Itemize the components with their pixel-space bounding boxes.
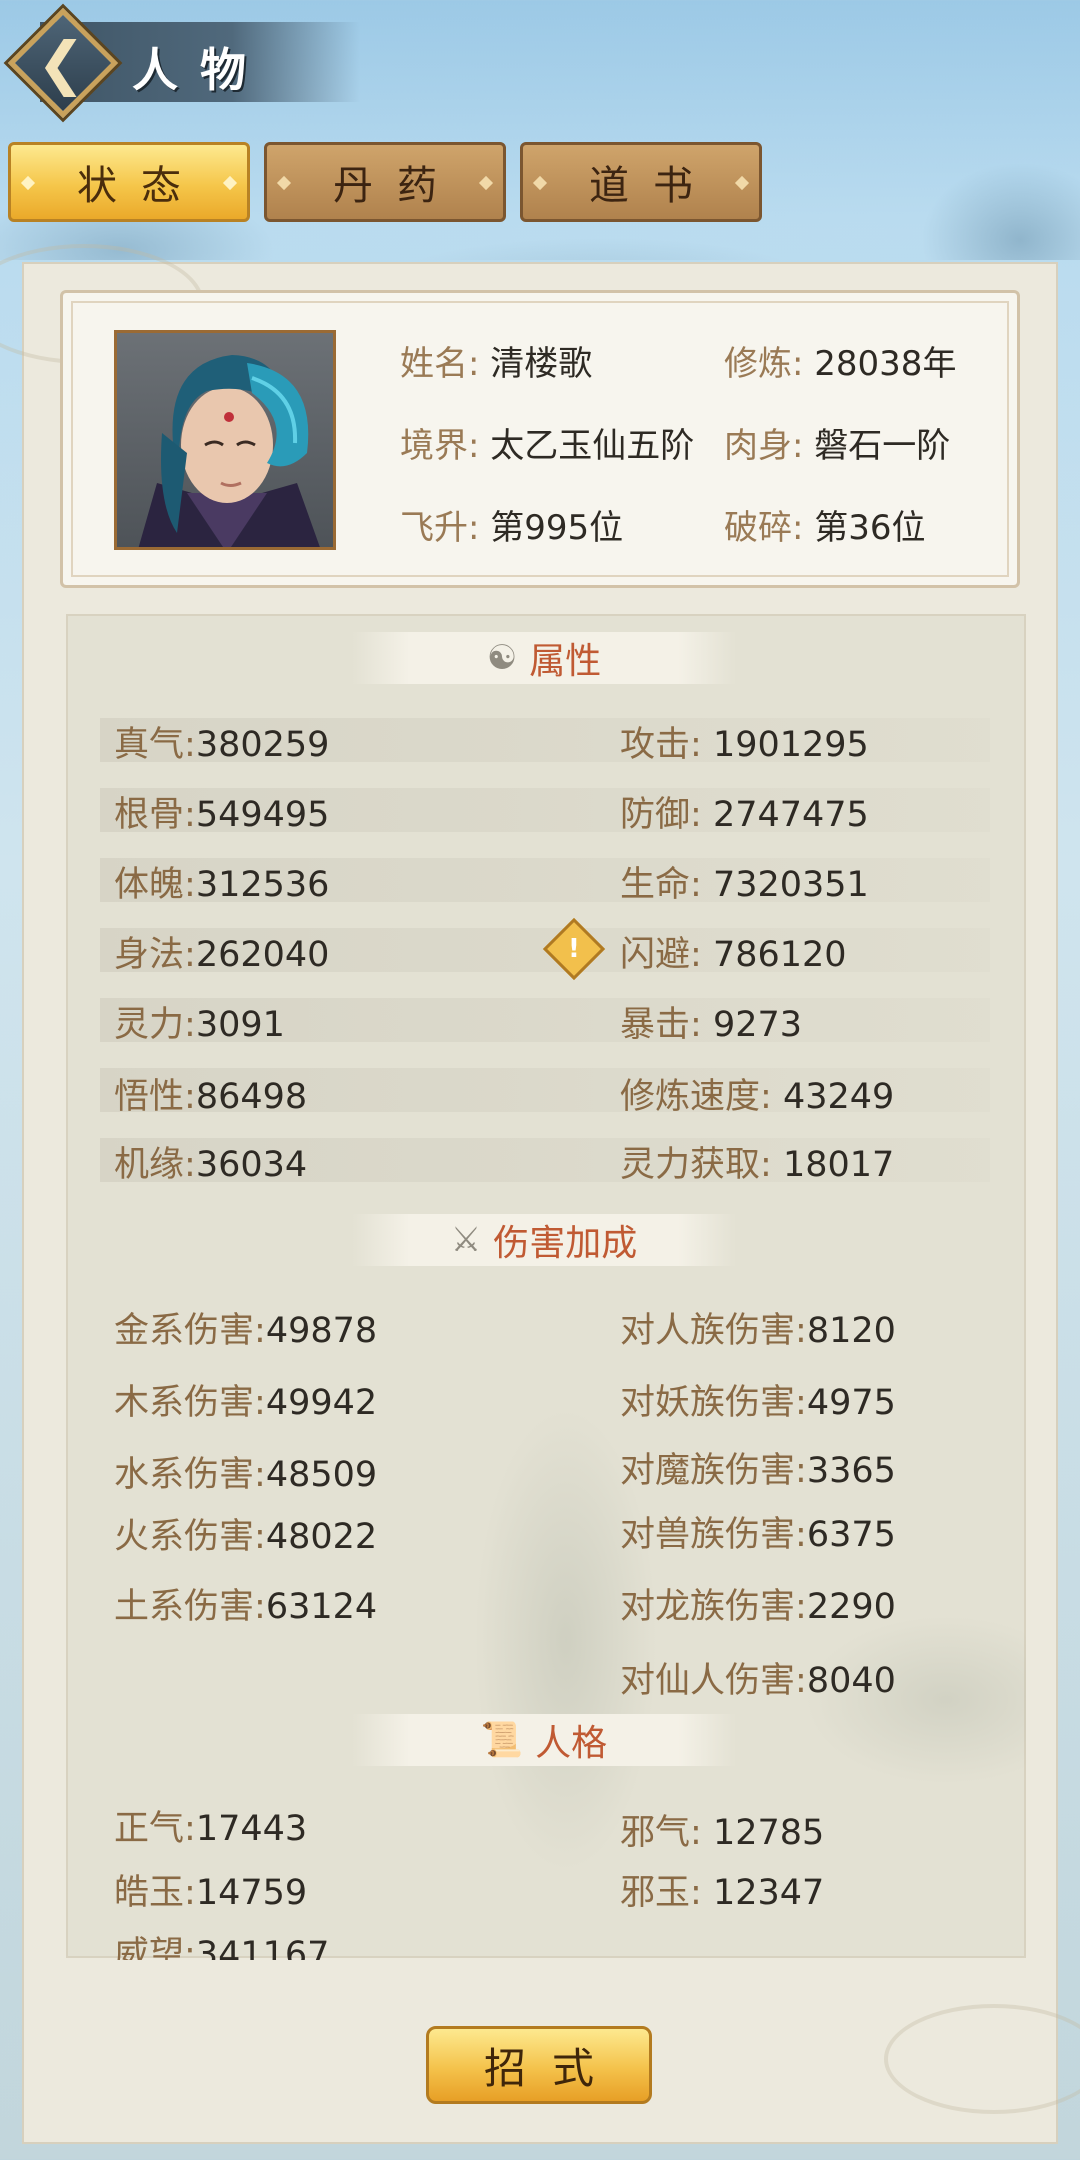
label: 肉身 [724,426,792,466]
yin-yang-icon: ☯ [486,638,518,678]
tab-books[interactable]: 道书 [520,142,762,222]
stat-prestige: 威望:341167 [114,1935,330,1960]
tab-status[interactable]: 状态 [8,142,250,222]
stat-crit: 暴击: 9273 [620,1005,803,1045]
tab-label: 道书 [589,163,717,209]
page-title: 人物 [132,43,268,97]
profile-name: 姓名: 清楼歌 [400,344,593,384]
stat-zhenqi: 真气:380259 [114,725,330,765]
avatar[interactable] [114,330,336,550]
stat-wuxing: 悟性:86498 [114,1077,308,1117]
profile-cultivation: 修炼: 28038年 [724,344,957,384]
stat-righteous: 正气:17443 [114,1809,308,1849]
label: 破碎 [724,508,792,548]
stat-lingli: 灵力:3091 [114,1005,285,1045]
profile-realm: 境界: 太乙玉仙五阶 [400,426,695,466]
stat-lingli-gain: 灵力获取: 18017 [620,1145,895,1185]
chevron-left-icon: ❮ [36,29,86,97]
crossed-swords-icon: ⚔ [450,1220,482,1260]
skills-button[interactable]: 招式 [426,2026,652,2104]
back-button[interactable]: ❮ [7,7,119,119]
stat-devil-damage: 对魔族伤害:3365 [620,1451,896,1491]
profile-ascend: 飞升: 第995位 [400,508,624,548]
stat-human-damage: 对人族伤害:8120 [620,1311,896,1351]
stat-metal-damage: 金系伤害:49878 [114,1311,378,1351]
label: 飞升 [400,508,468,548]
stat-water-damage: 水系伤害:48509 [114,1455,378,1495]
stat-beast-damage: 对兽族伤害:6375 [620,1515,896,1555]
label: 境界 [400,426,468,466]
stat-dragon-damage: 对龙族伤害:2290 [620,1587,896,1627]
section-title: 伤害加成 [493,1223,638,1264]
stat-fire-damage: 火系伤害:48022 [114,1517,378,1557]
tab-label: 丹药 [333,163,461,209]
value: 第995位 [490,508,624,548]
stat-immortal-damage: 对仙人伤害:8040 [620,1661,896,1701]
section-personality: 📜 人格 [352,1714,736,1766]
stat-tipo: 体魄:312536 [114,865,330,905]
stat-gengu: 根骨:549495 [114,795,330,835]
stat-jiyuan: 机缘:36034 [114,1145,308,1185]
header: ❮ 人物 [0,0,1080,130]
stat-xieyu: 邪玉: 12347 [620,1873,825,1913]
section-attributes: ☯ 属性 [352,632,736,684]
stat-defense: 防御: 2747475 [620,795,869,835]
stat-evil: 邪气: 12785 [620,1813,825,1853]
tab-bar: 状态 丹药 道书 [8,142,762,222]
label: 修炼 [724,344,792,384]
value: 28038年 [814,344,957,384]
stat-wood-damage: 木系伤害:49942 [114,1383,378,1423]
section-title: 人格 [535,1723,608,1764]
stat-cultivation-speed: 修炼速度: 43249 [620,1077,895,1117]
tab-pills[interactable]: 丹药 [264,142,506,222]
tab-label: 状态 [77,163,205,209]
stat-life: 生命: 7320351 [620,865,869,905]
stat-dodge: 闪避: 786120 [620,935,847,975]
value: 清楼歌 [490,344,593,384]
value: 太乙玉仙五阶 [490,426,695,466]
scroll-icon: 📜 [480,1720,524,1760]
character-portrait [138,355,320,547]
section-title: 属性 [529,641,602,682]
value: 第36位 [814,508,926,548]
value: 磐石一阶 [814,426,951,466]
cloud-decoration [884,2004,1080,2114]
stat-earth-damage: 土系伤害:63124 [114,1587,378,1627]
section-damage: ⚔ 伤害加成 [352,1214,736,1266]
profile-shatter: 破碎: 第36位 [724,508,926,548]
label: 姓名 [400,344,468,384]
stat-haoyu: 皓玉:14759 [114,1873,308,1913]
stat-demon-damage: 对妖族伤害:4975 [620,1383,896,1423]
profile-body: 肉身: 磐石一阶 [724,426,951,466]
stat-attack: 攻击: 1901295 [620,725,869,765]
stat-shenfa: 身法:262040 [114,935,330,975]
